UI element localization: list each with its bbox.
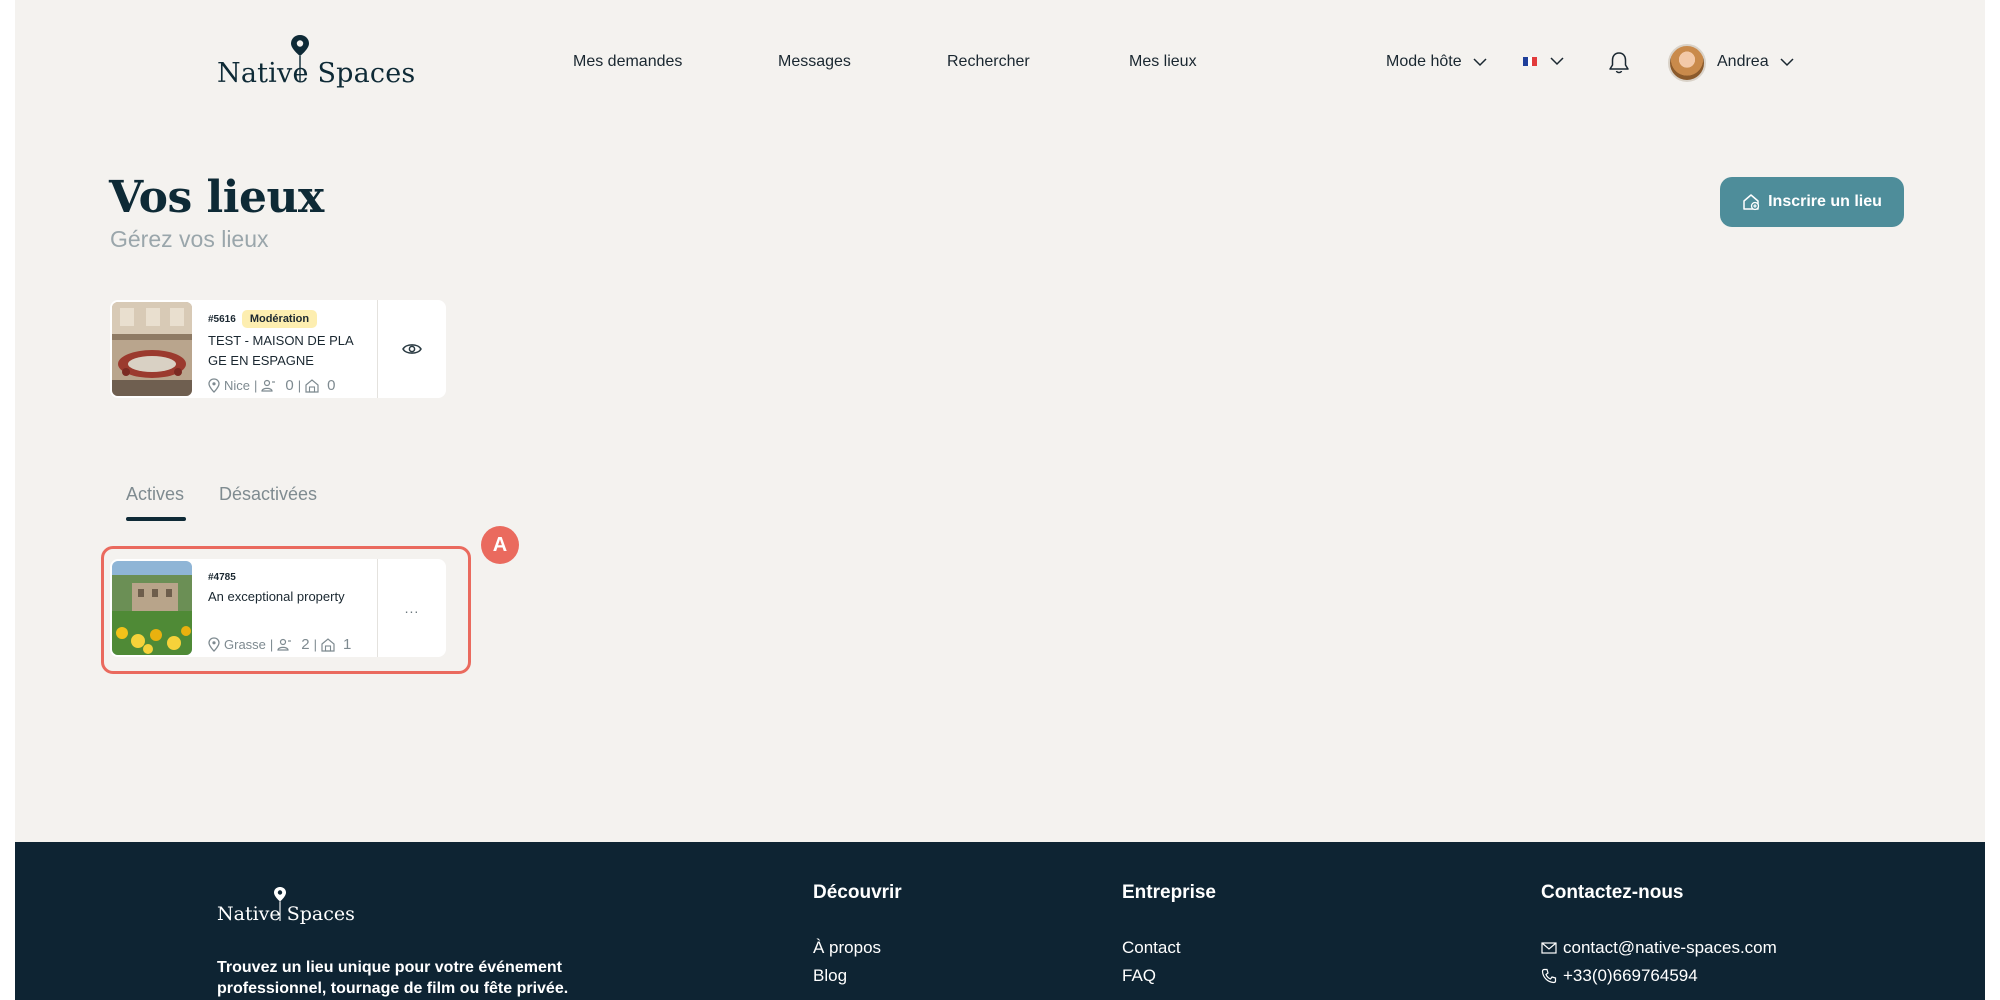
map-pin-icon [291,35,309,82]
listing-title: TEST - MAISON DE PLAGE EN ESPAGNE [208,333,354,369]
phone-icon [1541,968,1557,984]
listing-city: Nice [224,378,251,393]
add-listing-button[interactable]: Inscrire un lieu [1720,177,1904,227]
nav-rechercher[interactable]: Rechercher [947,53,1030,71]
host-mode-dropdown[interactable]: Mode hôte [1386,53,1488,71]
footer-link-about[interactable]: À propos [813,938,881,958]
french-flag-icon [1523,56,1538,66]
listing-rooms: 0 [327,377,336,394]
mail-icon [1541,942,1557,954]
footer-phone-text: +33(0)669764594 [1563,966,1698,985]
home-add-icon [1743,194,1760,211]
user-menu[interactable]: Andrea [1717,53,1795,71]
chevron-down-icon [1550,57,1564,66]
rooms-icon [305,378,319,393]
avatar[interactable] [1668,44,1706,82]
language-dropdown[interactable] [1523,53,1565,69]
tab-actives[interactable]: Actives [126,484,184,505]
logo-text: Native Spaces [217,58,416,89]
view-listing-button[interactable] [378,300,446,398]
pending-listing-card[interactable]: #5616 Modération TEST - MAISON DE PLAGE E… [110,300,446,398]
status-badge: Modération [241,310,318,328]
logo[interactable]: Native Spaces [217,34,415,92]
eye-icon [402,344,422,354]
listing-capacity: 0 [285,377,294,394]
page: Native Spaces Mes demandes Messages Rech… [15,0,1985,1000]
bell-icon[interactable] [1607,50,1631,76]
footer-discover-heading: Découvrir [813,882,902,903]
footer-link-blog[interactable]: Blog [813,966,847,986]
user-name: Andrea [1717,53,1769,70]
footer-tagline: Trouvez un lieu unique pour votre événem… [217,959,569,997]
footer: Native Spaces Trouvez un lieu unique pou… [15,842,1985,1000]
nav-mes-demandes[interactable]: Mes demandes [573,53,682,71]
active-tab-indicator [126,517,186,521]
footer-phone[interactable]: +33(0)669764594 [1541,966,1698,986]
footer-link-faq[interactable]: FAQ [1122,966,1156,986]
location-pin-icon [208,378,220,393]
nav-messages[interactable]: Messages [778,53,851,71]
map-pin-icon [274,887,286,921]
footer-contact-heading: Contactez-nous [1541,882,1684,903]
listing-ref: #5616 [208,313,236,325]
footer-link-contact[interactable]: Contact [1122,938,1181,958]
chevron-down-icon [1780,58,1794,67]
annotation-highlight [101,546,471,674]
listing-meta: Nice | 0 | 0 [208,377,335,394]
footer-email[interactable]: contact@native-spaces.com [1541,938,1777,958]
footer-email-text: contact@native-spaces.com [1563,938,1777,957]
footer-company-heading: Entreprise [1122,882,1216,903]
annotation-marker: A [481,526,519,564]
nav-mes-lieux[interactable]: Mes lieux [1129,53,1197,71]
tab-desactivees[interactable]: Désactivées [219,484,317,505]
page-title: Vos lieux [109,172,324,223]
add-listing-label: Inscrire un lieu [1768,193,1882,210]
footer-logo[interactable]: Native Spaces [217,886,355,926]
page-subtitle: Gérez vos lieux [110,226,269,252]
chevron-down-icon [1473,58,1487,67]
listing-info: #5616 Modération TEST - MAISON DE PLAGE E… [208,310,363,371]
host-mode-label: Mode hôte [1386,53,1462,70]
guests-icon [261,379,276,392]
listing-photo [112,302,192,396]
